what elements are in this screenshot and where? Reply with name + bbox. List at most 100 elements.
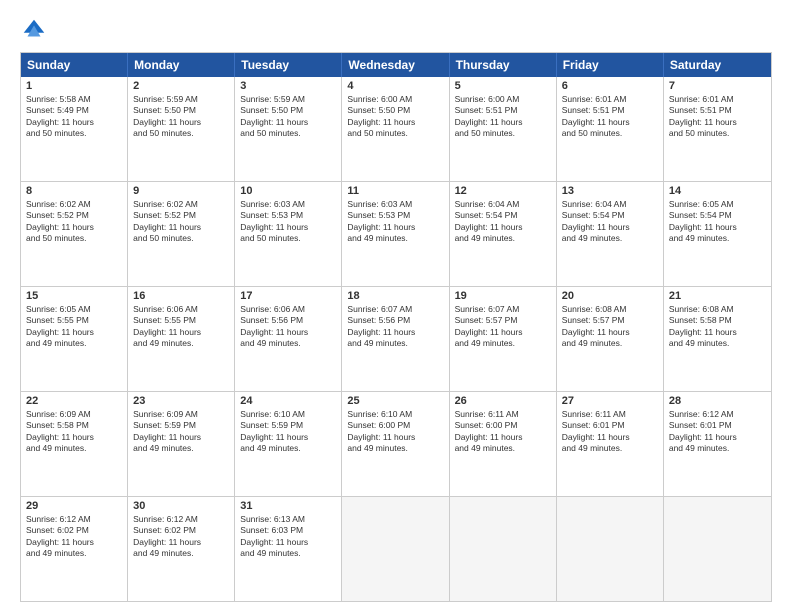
header: [20, 16, 772, 44]
calendar-cell: 11 Sunrise: 6:03 AM Sunset: 5:53 PM Dayli…: [342, 182, 449, 286]
day-info: Sunrise: 6:07 AM Sunset: 5:57 PM Dayligh…: [455, 304, 551, 350]
day-number: 27: [562, 395, 658, 407]
day-number: 21: [669, 290, 766, 302]
day-number: 9: [133, 185, 229, 197]
day-info: Sunrise: 6:05 AM Sunset: 5:55 PM Dayligh…: [26, 304, 122, 350]
calendar-header-cell: Saturday: [664, 53, 771, 77]
calendar-cell: 20 Sunrise: 6:08 AM Sunset: 5:57 PM Dayli…: [557, 287, 664, 391]
day-number: 8: [26, 185, 122, 197]
day-number: 14: [669, 185, 766, 197]
calendar-cell: [557, 497, 664, 601]
day-number: 5: [455, 80, 551, 92]
day-number: 25: [347, 395, 443, 407]
day-info: Sunrise: 6:10 AM Sunset: 6:00 PM Dayligh…: [347, 409, 443, 455]
day-info: Sunrise: 5:58 AM Sunset: 5:49 PM Dayligh…: [26, 94, 122, 140]
calendar-week: 29Sunrise: 6:12 AM Sunset: 6:02 PM Dayli…: [21, 497, 771, 601]
calendar-header-cell: Monday: [128, 53, 235, 77]
day-number: 10: [240, 185, 336, 197]
day-number: 1: [26, 80, 122, 92]
logo-icon: [20, 16, 48, 44]
calendar-cell: 14 Sunrise: 6:05 AM Sunset: 5:54 PM Dayli…: [664, 182, 771, 286]
calendar-cell: 30 Sunrise: 6:12 AM Sunset: 6:02 PM Dayli…: [128, 497, 235, 601]
page: SundayMondayTuesdayWednesdayThursdayFrid…: [0, 0, 792, 612]
calendar-header-cell: Friday: [557, 53, 664, 77]
calendar: SundayMondayTuesdayWednesdayThursdayFrid…: [20, 52, 772, 602]
calendar-cell: 29Sunrise: 6:12 AM Sunset: 6:02 PM Dayli…: [21, 497, 128, 601]
calendar-header-cell: Sunday: [21, 53, 128, 77]
calendar-cell: 23 Sunrise: 6:09 AM Sunset: 5:59 PM Dayli…: [128, 392, 235, 496]
day-number: 24: [240, 395, 336, 407]
calendar-cell: [450, 497, 557, 601]
calendar-cell: 17Sunrise: 6:06 AM Sunset: 5:56 PM Dayli…: [235, 287, 342, 391]
calendar-cell: 27 Sunrise: 6:11 AM Sunset: 6:01 PM Dayli…: [557, 392, 664, 496]
calendar-cell: 15 Sunrise: 6:05 AM Sunset: 5:55 PM Dayli…: [21, 287, 128, 391]
day-number: 4: [347, 80, 443, 92]
calendar-body: 1 Sunrise: 5:58 AM Sunset: 5:49 PM Daylig…: [21, 77, 771, 601]
calendar-cell: 16 Sunrise: 6:06 AM Sunset: 5:55 PM Dayli…: [128, 287, 235, 391]
calendar-header: SundayMondayTuesdayWednesdayThursdayFrid…: [21, 53, 771, 77]
day-number: 22: [26, 395, 122, 407]
day-info: Sunrise: 6:01 AM Sunset: 5:51 PM Dayligh…: [562, 94, 658, 140]
calendar-cell: 10 Sunrise: 6:03 AM Sunset: 5:53 PM Dayli…: [235, 182, 342, 286]
calendar-header-cell: Wednesday: [342, 53, 449, 77]
calendar-cell: 31 Sunrise: 6:13 AM Sunset: 6:03 PM Dayli…: [235, 497, 342, 601]
calendar-week: 8 Sunrise: 6:02 AM Sunset: 5:52 PM Daylig…: [21, 182, 771, 287]
day-info: Sunrise: 6:04 AM Sunset: 5:54 PM Dayligh…: [455, 199, 551, 245]
day-number: 17: [240, 290, 336, 302]
calendar-cell: 3Sunrise: 5:59 AM Sunset: 5:50 PM Daylig…: [235, 77, 342, 181]
calendar-cell: 12 Sunrise: 6:04 AM Sunset: 5:54 PM Dayli…: [450, 182, 557, 286]
calendar-week: 22 Sunrise: 6:09 AM Sunset: 5:58 PM Dayli…: [21, 392, 771, 497]
day-info: Sunrise: 6:12 AM Sunset: 6:02 PM Dayligh…: [133, 514, 229, 560]
day-number: 30: [133, 500, 229, 512]
calendar-cell: 5Sunrise: 6:00 AM Sunset: 5:51 PM Daylig…: [450, 77, 557, 181]
calendar-cell: [342, 497, 449, 601]
calendar-cell: 6Sunrise: 6:01 AM Sunset: 5:51 PM Daylig…: [557, 77, 664, 181]
day-info: Sunrise: 6:04 AM Sunset: 5:54 PM Dayligh…: [562, 199, 658, 245]
calendar-cell: 9Sunrise: 6:02 AM Sunset: 5:52 PM Daylig…: [128, 182, 235, 286]
day-info: Sunrise: 6:12 AM Sunset: 6:01 PM Dayligh…: [669, 409, 766, 455]
day-number: 28: [669, 395, 766, 407]
day-info: Sunrise: 6:00 AM Sunset: 5:50 PM Dayligh…: [347, 94, 443, 140]
calendar-cell: [664, 497, 771, 601]
day-info: Sunrise: 6:06 AM Sunset: 5:55 PM Dayligh…: [133, 304, 229, 350]
day-info: Sunrise: 6:01 AM Sunset: 5:51 PM Dayligh…: [669, 94, 766, 140]
day-number: 26: [455, 395, 551, 407]
day-number: 16: [133, 290, 229, 302]
day-number: 15: [26, 290, 122, 302]
day-info: Sunrise: 6:02 AM Sunset: 5:52 PM Dayligh…: [26, 199, 122, 245]
calendar-cell: 26 Sunrise: 6:11 AM Sunset: 6:00 PM Dayli…: [450, 392, 557, 496]
calendar-week: 15 Sunrise: 6:05 AM Sunset: 5:55 PM Dayli…: [21, 287, 771, 392]
calendar-cell: 4 Sunrise: 6:00 AM Sunset: 5:50 PM Daylig…: [342, 77, 449, 181]
calendar-header-cell: Thursday: [450, 53, 557, 77]
calendar-cell: 1 Sunrise: 5:58 AM Sunset: 5:49 PM Daylig…: [21, 77, 128, 181]
day-info: Sunrise: 6:11 AM Sunset: 6:00 PM Dayligh…: [455, 409, 551, 455]
day-info: Sunrise: 6:08 AM Sunset: 5:57 PM Dayligh…: [562, 304, 658, 350]
calendar-cell: 22 Sunrise: 6:09 AM Sunset: 5:58 PM Dayli…: [21, 392, 128, 496]
day-info: Sunrise: 6:13 AM Sunset: 6:03 PM Dayligh…: [240, 514, 336, 560]
day-number: 23: [133, 395, 229, 407]
calendar-header-cell: Tuesday: [235, 53, 342, 77]
calendar-cell: 7Sunrise: 6:01 AM Sunset: 5:51 PM Daylig…: [664, 77, 771, 181]
day-info: Sunrise: 6:03 AM Sunset: 5:53 PM Dayligh…: [347, 199, 443, 245]
day-number: 2: [133, 80, 229, 92]
day-number: 20: [562, 290, 658, 302]
day-info: Sunrise: 6:08 AM Sunset: 5:58 PM Dayligh…: [669, 304, 766, 350]
day-info: Sunrise: 6:12 AM Sunset: 6:02 PM Dayligh…: [26, 514, 122, 560]
day-info: Sunrise: 5:59 AM Sunset: 5:50 PM Dayligh…: [133, 94, 229, 140]
day-number: 18: [347, 290, 443, 302]
day-number: 12: [455, 185, 551, 197]
day-number: 19: [455, 290, 551, 302]
day-info: Sunrise: 6:11 AM Sunset: 6:01 PM Dayligh…: [562, 409, 658, 455]
day-number: 13: [562, 185, 658, 197]
day-info: Sunrise: 6:03 AM Sunset: 5:53 PM Dayligh…: [240, 199, 336, 245]
day-info: Sunrise: 6:09 AM Sunset: 5:58 PM Dayligh…: [26, 409, 122, 455]
calendar-cell: 24 Sunrise: 6:10 AM Sunset: 5:59 PM Dayli…: [235, 392, 342, 496]
day-number: 11: [347, 185, 443, 197]
day-info: Sunrise: 6:10 AM Sunset: 5:59 PM Dayligh…: [240, 409, 336, 455]
day-info: Sunrise: 6:09 AM Sunset: 5:59 PM Dayligh…: [133, 409, 229, 455]
day-info: Sunrise: 6:05 AM Sunset: 5:54 PM Dayligh…: [669, 199, 766, 245]
day-number: 31: [240, 500, 336, 512]
calendar-cell: 19 Sunrise: 6:07 AM Sunset: 5:57 PM Dayli…: [450, 287, 557, 391]
calendar-cell: 18Sunrise: 6:07 AM Sunset: 5:56 PM Dayli…: [342, 287, 449, 391]
logo: [20, 16, 52, 44]
